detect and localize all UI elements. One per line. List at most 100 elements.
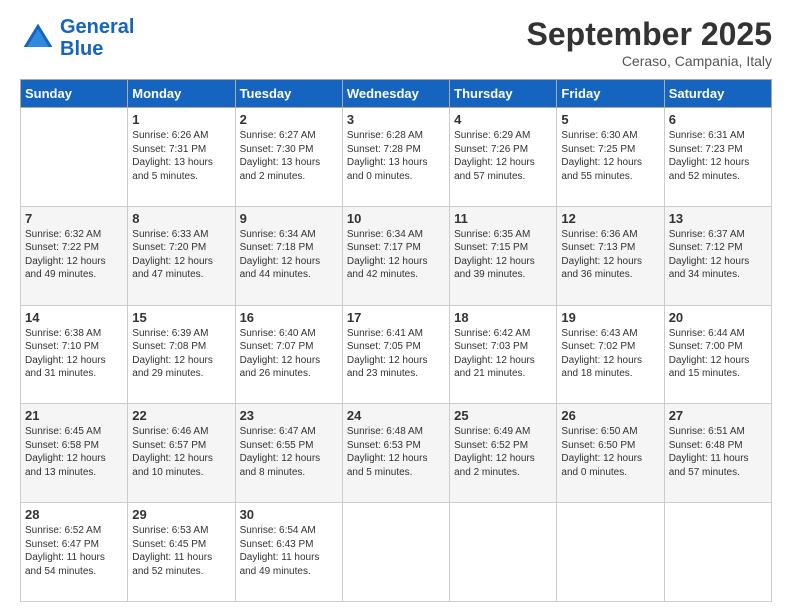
day-cell: 10 Sunrise: 6:34 AMSunset: 7:17 PMDaylig… [342,206,449,305]
day-number: 5 [561,112,659,127]
day-number: 26 [561,408,659,423]
day-info: Sunrise: 6:38 AMSunset: 7:10 PMDaylight:… [25,328,106,380]
header: General Blue September 2025 Ceraso, Camp… [20,16,772,69]
day-cell: 2 Sunrise: 6:27 AMSunset: 7:30 PMDayligh… [235,108,342,207]
day-info: Sunrise: 6:47 AMSunset: 6:55 PMDaylight:… [240,426,321,478]
col-monday: Monday [128,80,235,108]
day-info: Sunrise: 6:52 AMSunset: 6:47 PMDaylight:… [25,525,105,577]
day-cell: 28 Sunrise: 6:52 AMSunset: 6:47 PMDaylig… [21,503,128,602]
col-friday: Friday [557,80,664,108]
day-number: 3 [347,112,445,127]
week-row-5: 28 Sunrise: 6:52 AMSunset: 6:47 PMDaylig… [21,503,772,602]
day-info: Sunrise: 6:45 AMSunset: 6:58 PMDaylight:… [25,426,106,478]
day-cell: 9 Sunrise: 6:34 AMSunset: 7:18 PMDayligh… [235,206,342,305]
day-info: Sunrise: 6:29 AMSunset: 7:26 PMDaylight:… [454,130,535,182]
day-cell: 20 Sunrise: 6:44 AMSunset: 7:00 PMDaylig… [664,305,771,404]
day-cell [557,503,664,602]
header-row: Sunday Monday Tuesday Wednesday Thursday… [21,80,772,108]
day-info: Sunrise: 6:34 AMSunset: 7:17 PMDaylight:… [347,229,428,281]
day-info: Sunrise: 6:53 AMSunset: 6:45 PMDaylight:… [132,525,212,577]
day-cell: 30 Sunrise: 6:54 AMSunset: 6:43 PMDaylig… [235,503,342,602]
day-cell: 27 Sunrise: 6:51 AMSunset: 6:48 PMDaylig… [664,404,771,503]
month-title: September 2025 [527,16,772,53]
day-number: 11 [454,211,552,226]
day-info: Sunrise: 6:34 AMSunset: 7:18 PMDaylight:… [240,229,321,281]
day-cell: 4 Sunrise: 6:29 AMSunset: 7:26 PMDayligh… [450,108,557,207]
day-cell: 6 Sunrise: 6:31 AMSunset: 7:23 PMDayligh… [664,108,771,207]
day-number: 14 [25,310,123,325]
day-cell [664,503,771,602]
day-number: 25 [454,408,552,423]
day-cell: 26 Sunrise: 6:50 AMSunset: 6:50 PMDaylig… [557,404,664,503]
day-number: 24 [347,408,445,423]
col-thursday: Thursday [450,80,557,108]
day-info: Sunrise: 6:48 AMSunset: 6:53 PMDaylight:… [347,426,428,478]
day-cell: 15 Sunrise: 6:39 AMSunset: 7:08 PMDaylig… [128,305,235,404]
day-cell: 1 Sunrise: 6:26 AMSunset: 7:31 PMDayligh… [128,108,235,207]
day-cell: 14 Sunrise: 6:38 AMSunset: 7:10 PMDaylig… [21,305,128,404]
day-info: Sunrise: 6:54 AMSunset: 6:43 PMDaylight:… [240,525,320,577]
day-cell: 13 Sunrise: 6:37 AMSunset: 7:12 PMDaylig… [664,206,771,305]
day-info: Sunrise: 6:32 AMSunset: 7:22 PMDaylight:… [25,229,106,281]
day-info: Sunrise: 6:39 AMSunset: 7:08 PMDaylight:… [132,328,213,380]
col-saturday: Saturday [664,80,771,108]
week-row-2: 7 Sunrise: 6:32 AMSunset: 7:22 PMDayligh… [21,206,772,305]
day-info: Sunrise: 6:41 AMSunset: 7:05 PMDaylight:… [347,328,428,380]
day-cell: 8 Sunrise: 6:33 AMSunset: 7:20 PMDayligh… [128,206,235,305]
day-cell: 19 Sunrise: 6:43 AMSunset: 7:02 PMDaylig… [557,305,664,404]
day-number: 15 [132,310,230,325]
title-block: September 2025 Ceraso, Campania, Italy [527,16,772,69]
day-cell: 7 Sunrise: 6:32 AMSunset: 7:22 PMDayligh… [21,206,128,305]
col-tuesday: Tuesday [235,80,342,108]
day-info: Sunrise: 6:35 AMSunset: 7:15 PMDaylight:… [454,229,535,281]
day-cell: 16 Sunrise: 6:40 AMSunset: 7:07 PMDaylig… [235,305,342,404]
day-number: 17 [347,310,445,325]
day-info: Sunrise: 6:36 AMSunset: 7:13 PMDaylight:… [561,229,642,281]
day-number: 30 [240,507,338,522]
day-number: 20 [669,310,767,325]
calendar-table: Sunday Monday Tuesday Wednesday Thursday… [20,79,772,602]
day-cell: 29 Sunrise: 6:53 AMSunset: 6:45 PMDaylig… [128,503,235,602]
day-number: 21 [25,408,123,423]
day-info: Sunrise: 6:31 AMSunset: 7:23 PMDaylight:… [669,130,750,182]
day-cell: 21 Sunrise: 6:45 AMSunset: 6:58 PMDaylig… [21,404,128,503]
logo-icon [20,20,56,56]
day-number: 13 [669,211,767,226]
location-subtitle: Ceraso, Campania, Italy [527,53,772,69]
day-info: Sunrise: 6:26 AMSunset: 7:31 PMDaylight:… [132,130,213,182]
logo-line2: Blue [60,38,103,60]
week-row-3: 14 Sunrise: 6:38 AMSunset: 7:10 PMDaylig… [21,305,772,404]
col-wednesday: Wednesday [342,80,449,108]
day-number: 9 [240,211,338,226]
day-number: 2 [240,112,338,127]
day-number: 6 [669,112,767,127]
day-cell: 23 Sunrise: 6:47 AMSunset: 6:55 PMDaylig… [235,404,342,503]
day-number: 7 [25,211,123,226]
week-row-4: 21 Sunrise: 6:45 AMSunset: 6:58 PMDaylig… [21,404,772,503]
day-cell: 3 Sunrise: 6:28 AMSunset: 7:28 PMDayligh… [342,108,449,207]
day-info: Sunrise: 6:49 AMSunset: 6:52 PMDaylight:… [454,426,535,478]
day-number: 8 [132,211,230,226]
day-number: 28 [25,507,123,522]
day-cell [21,108,128,207]
day-cell: 17 Sunrise: 6:41 AMSunset: 7:05 PMDaylig… [342,305,449,404]
day-number: 1 [132,112,230,127]
day-info: Sunrise: 6:42 AMSunset: 7:03 PMDaylight:… [454,328,535,380]
logo-line1: General [60,16,134,38]
day-info: Sunrise: 6:27 AMSunset: 7:30 PMDaylight:… [240,130,321,182]
day-info: Sunrise: 6:44 AMSunset: 7:00 PMDaylight:… [669,328,750,380]
logo-text: General Blue [60,16,134,60]
day-cell: 11 Sunrise: 6:35 AMSunset: 7:15 PMDaylig… [450,206,557,305]
day-info: Sunrise: 6:51 AMSunset: 6:48 PMDaylight:… [669,426,749,478]
day-cell [342,503,449,602]
day-cell [450,503,557,602]
day-cell: 5 Sunrise: 6:30 AMSunset: 7:25 PMDayligh… [557,108,664,207]
day-cell: 18 Sunrise: 6:42 AMSunset: 7:03 PMDaylig… [450,305,557,404]
day-cell: 22 Sunrise: 6:46 AMSunset: 6:57 PMDaylig… [128,404,235,503]
day-info: Sunrise: 6:30 AMSunset: 7:25 PMDaylight:… [561,130,642,182]
week-row-1: 1 Sunrise: 6:26 AMSunset: 7:31 PMDayligh… [21,108,772,207]
page: General Blue September 2025 Ceraso, Camp… [0,0,792,612]
day-number: 29 [132,507,230,522]
day-number: 4 [454,112,552,127]
logo: General Blue [20,16,134,60]
